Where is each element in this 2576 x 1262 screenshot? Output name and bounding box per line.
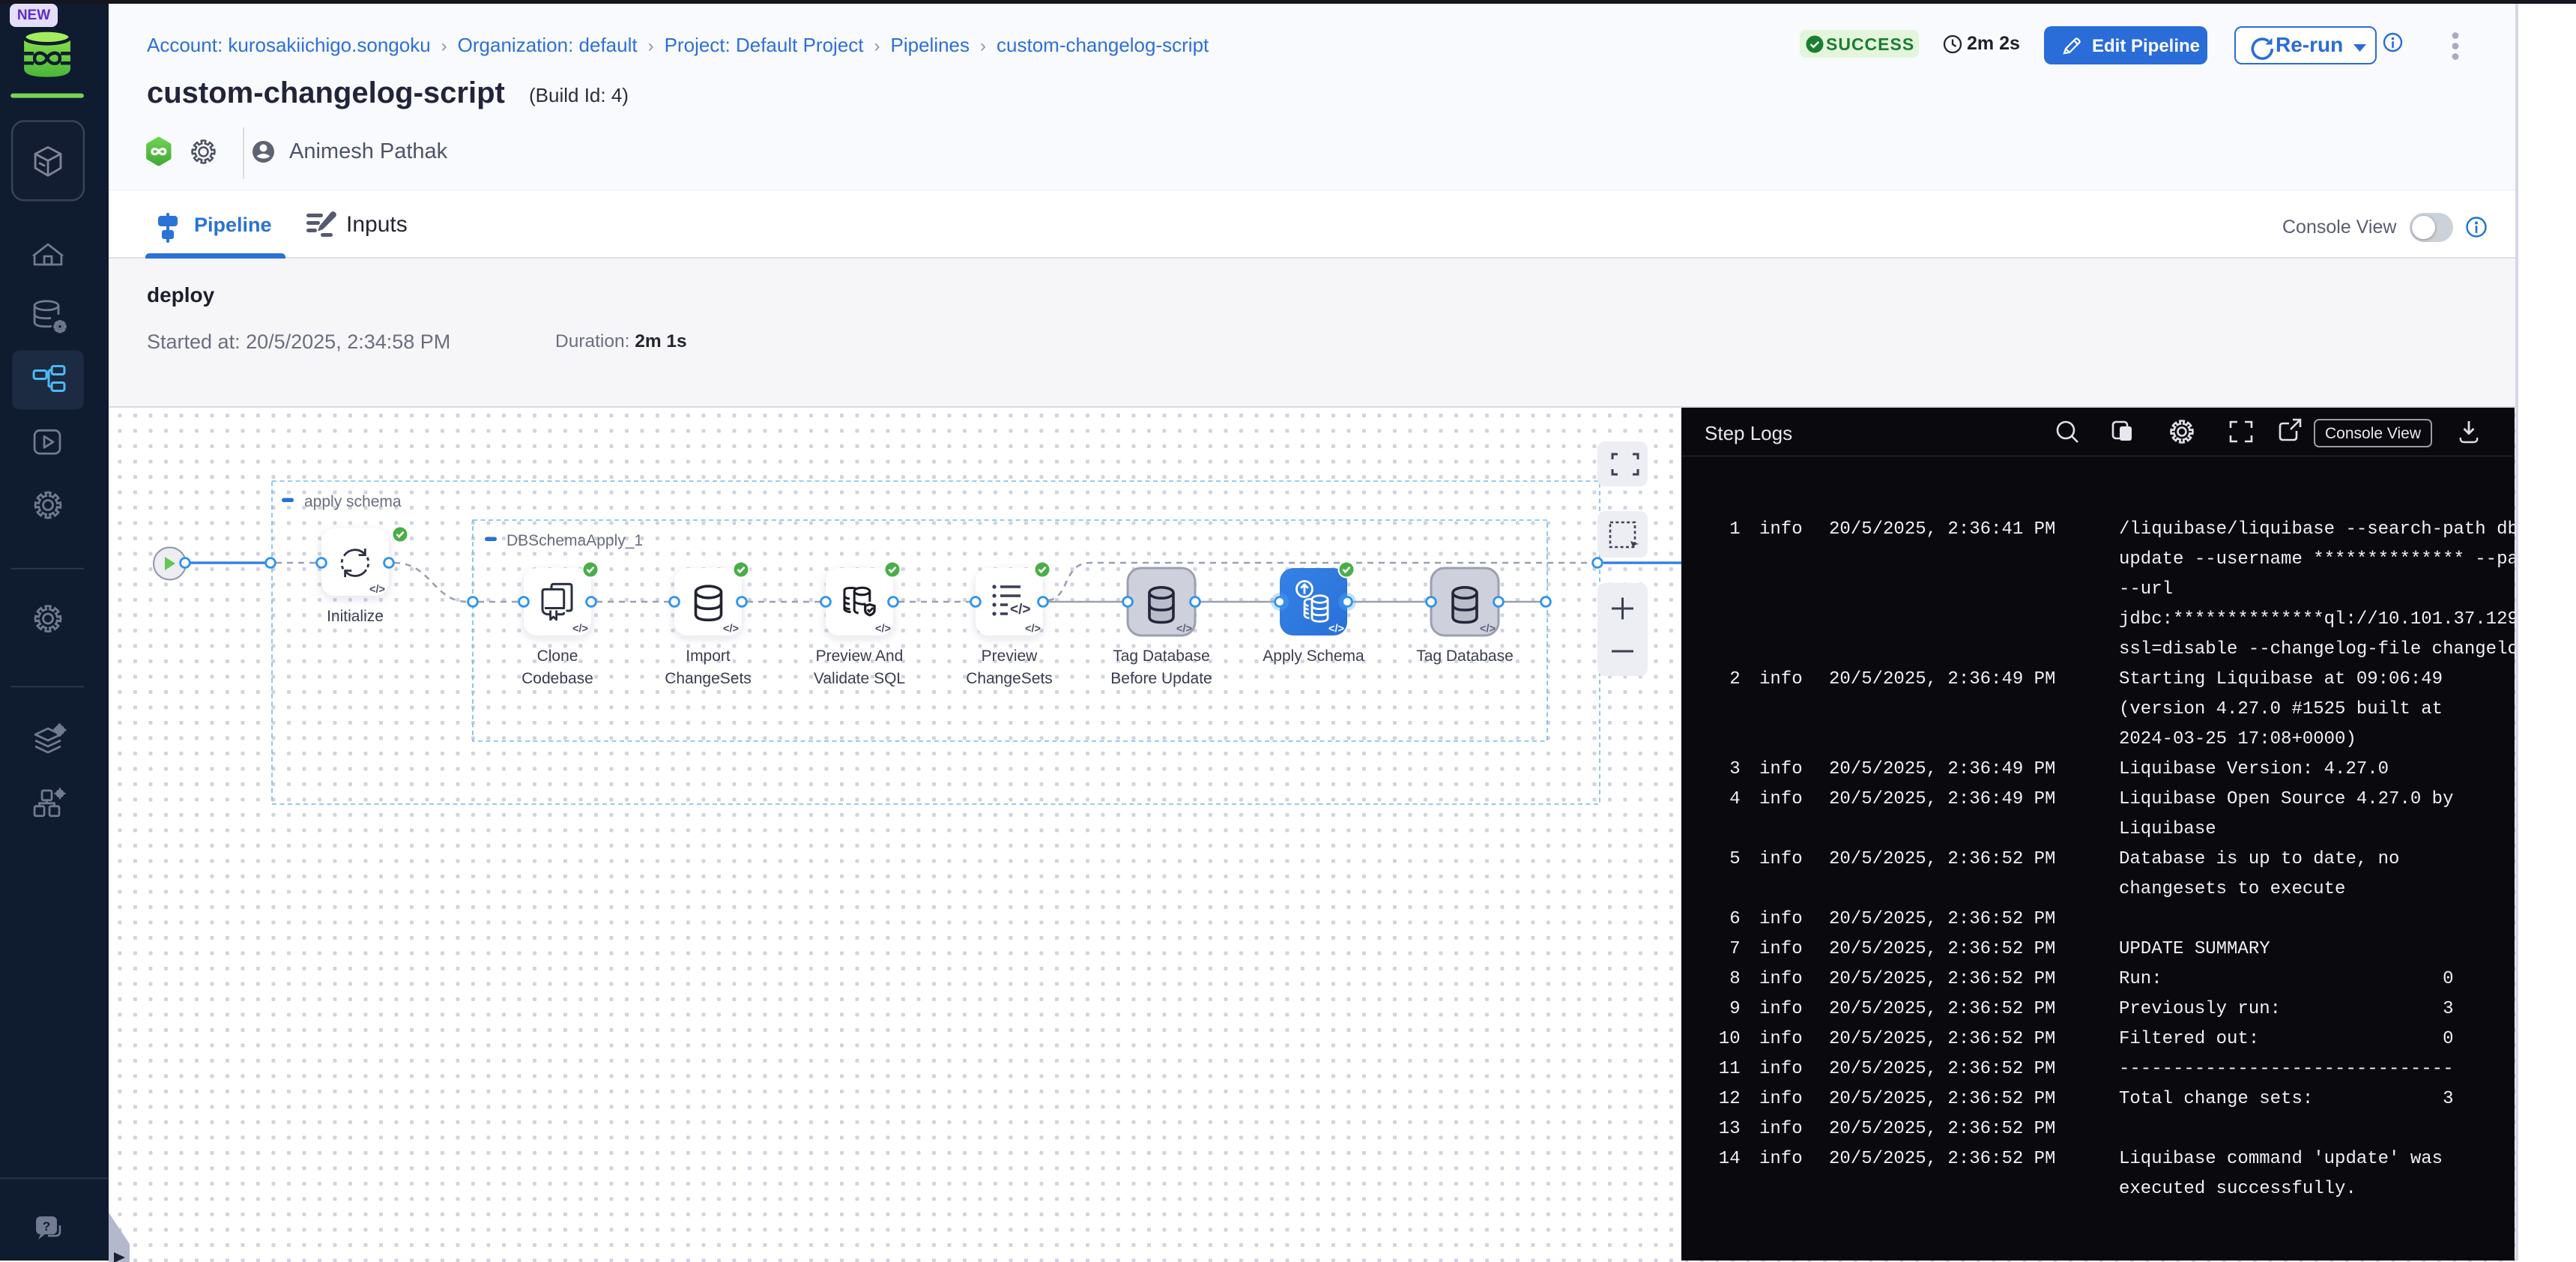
svg-text:?: ? <box>43 1219 50 1234</box>
svg-text:</>: </> <box>1328 624 1344 635</box>
svg-text:</>: </> <box>369 584 385 596</box>
svg-text:Tag Database: Tag Database <box>1416 647 1514 665</box>
svg-text:Import: Import <box>686 647 731 665</box>
svg-text:</>: </> <box>875 624 891 635</box>
svg-text:</>: </> <box>1025 624 1041 635</box>
svg-text:ChangeSets: ChangeSets <box>966 670 1053 687</box>
svg-text:Apply Schema: Apply Schema <box>1263 647 1364 665</box>
svg-text:Preview: Preview <box>982 647 1038 665</box>
svg-text:</>: </> <box>1480 624 1496 635</box>
svg-text:Validate SQL: Validate SQL <box>814 670 905 687</box>
svg-text:</>: </> <box>572 624 588 635</box>
svg-text:Before Update: Before Update <box>1110 670 1212 687</box>
svg-text:apply schema: apply schema <box>304 493 402 510</box>
svg-text:Tag Database: Tag Database <box>1113 647 1210 665</box>
svg-text:Preview And: Preview And <box>816 647 904 665</box>
svg-text:Initialize: Initialize <box>327 608 384 625</box>
svg-text:</>: </> <box>1176 624 1192 635</box>
svg-text:Console View: Console View <box>2325 425 2422 442</box>
svg-text:DBSchemaApply_1: DBSchemaApply_1 <box>507 532 643 549</box>
svg-text:Clone: Clone <box>537 647 578 665</box>
svg-text:</>: </> <box>723 624 739 635</box>
svg-text:Codebase: Codebase <box>521 670 593 687</box>
svg-text:</>: </> <box>1010 602 1030 618</box>
svg-text:ChangeSets: ChangeSets <box>665 670 752 687</box>
